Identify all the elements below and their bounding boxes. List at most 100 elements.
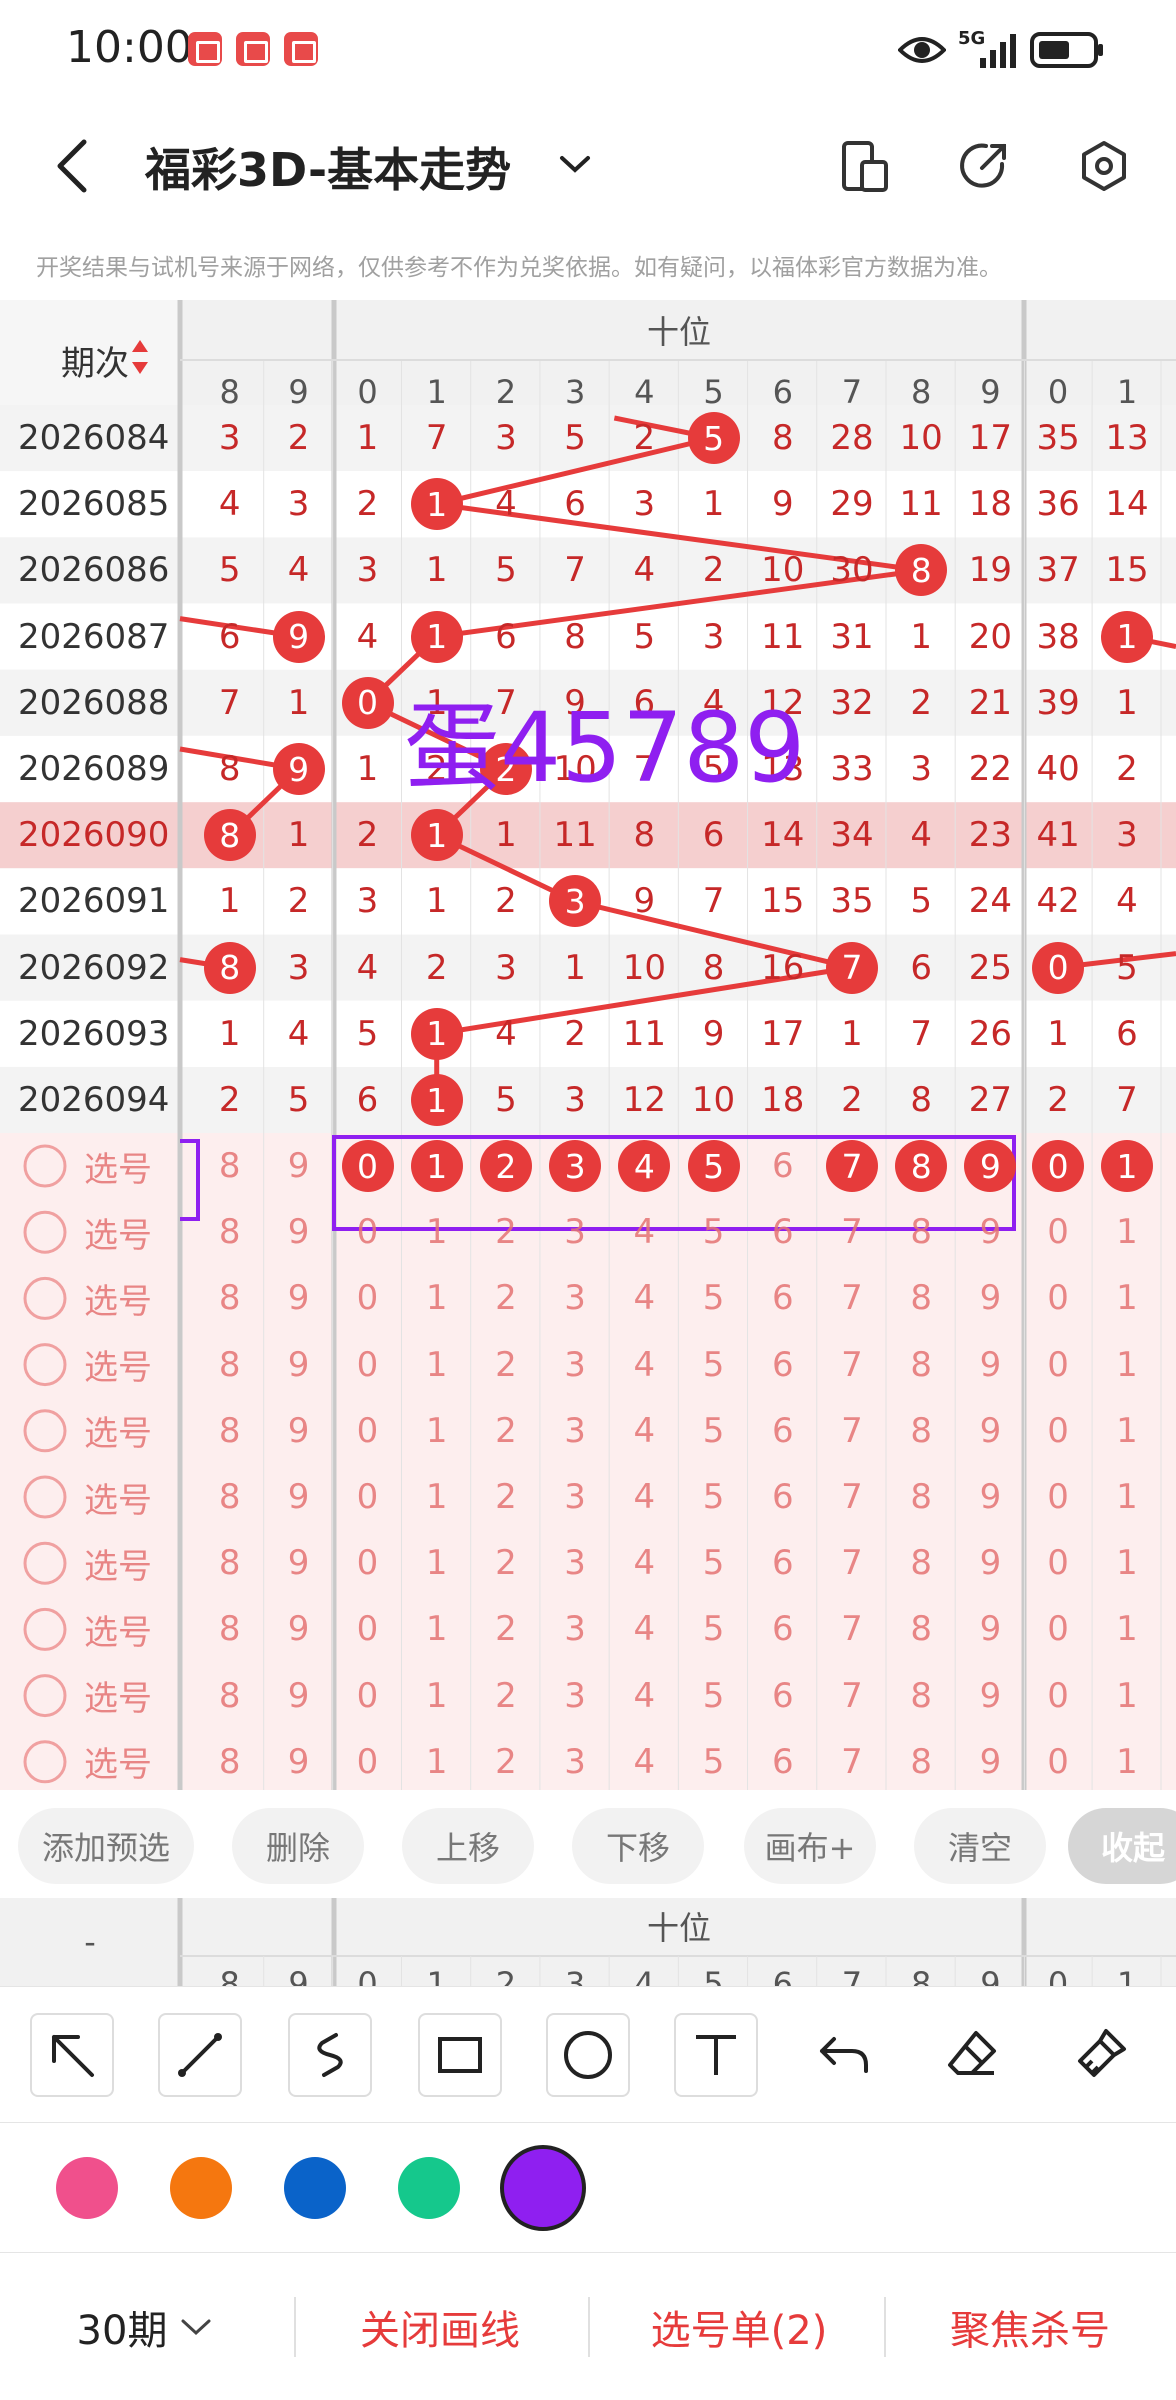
- pick-digit[interactable]: 0: [1024, 1666, 1092, 1726]
- pick-digit[interactable]: 7: [818, 1467, 886, 1527]
- pick-digit[interactable]: 3: [541, 1202, 609, 1262]
- pick-digit[interactable]: 9: [956, 1732, 1024, 1790]
- pick-list-button[interactable]: 选号单(2): [594, 2253, 884, 2400]
- pick-digit[interactable]: 6: [749, 1599, 817, 1659]
- pick-digit[interactable]: 4: [610, 1666, 678, 1726]
- pick-digit[interactable]: 0: [334, 1666, 402, 1726]
- pick-digit[interactable]: 1: [1093, 1467, 1161, 1527]
- pick-digit[interactable]: 1: [1093, 1202, 1161, 1262]
- pick-digit[interactable]: 6: [749, 1202, 817, 1262]
- pick-digit[interactable]: 7: [818, 1533, 886, 1593]
- pick-digit[interactable]: 4: [610, 1533, 678, 1593]
- pick-digit[interactable]: 8: [887, 1467, 955, 1527]
- pick-digit[interactable]: 1: [403, 1666, 471, 1726]
- pick-digit[interactable]: 3: [541, 1335, 609, 1395]
- pick-digit[interactable]: 9: [956, 1467, 1024, 1527]
- chevron-down-icon[interactable]: [558, 152, 592, 176]
- pick-digit[interactable]: 9: [956, 1533, 1024, 1593]
- pick-digit[interactable]: 0: [1024, 1202, 1092, 1262]
- pick-digit[interactable]: 1: [1093, 1533, 1161, 1593]
- pick-digit[interactable]: 9: [265, 1732, 333, 1790]
- pick-digit[interactable]: 9: [265, 1268, 333, 1328]
- move-up-button[interactable]: 上移: [402, 1808, 534, 1884]
- color-swatch-selected[interactable]: [500, 2145, 586, 2231]
- pick-digit[interactable]: 5: [680, 1335, 748, 1395]
- pick-digit[interactable]: 1: [403, 1335, 471, 1395]
- pick-digit[interactable]: 4: [610, 1202, 678, 1262]
- pick-digit[interactable]: 2: [472, 1268, 540, 1328]
- pick-digit[interactable]: 7: [818, 1268, 886, 1328]
- pick-digit[interactable]: 4: [610, 1732, 678, 1790]
- pick-digit[interactable]: 0: [334, 1467, 402, 1527]
- color-swatch[interactable]: [56, 2157, 118, 2219]
- pick-digit[interactable]: 6: [749, 1401, 817, 1461]
- line-tool-icon[interactable]: [158, 2013, 242, 2097]
- pick-digit[interactable]: 1: [403, 1732, 471, 1790]
- pick-row-label[interactable]: 选号: [73, 1136, 163, 1196]
- pick-digit[interactable]: 8: [887, 1666, 955, 1726]
- pick-digit[interactable]: 4: [610, 1401, 678, 1461]
- pick-digit[interactable]: 2: [472, 1599, 540, 1659]
- pick-digit[interactable]: 0: [334, 1533, 402, 1593]
- pick-digit[interactable]: 9: [956, 1401, 1024, 1461]
- pick-digit[interactable]: 8: [196, 1136, 264, 1196]
- pick-digit[interactable]: 1: [403, 1268, 471, 1328]
- pick-digit[interactable]: 5: [680, 1202, 748, 1262]
- pick-digit[interactable]: 9: [956, 1268, 1024, 1328]
- pick-digit[interactable]: 7: [818, 1599, 886, 1659]
- pick-digit[interactable]: 0: [1024, 1732, 1092, 1790]
- pick-digit[interactable]: 1: [403, 1401, 471, 1461]
- pick-digit[interactable]: 8: [196, 1268, 264, 1328]
- share-icon[interactable]: [958, 140, 1010, 192]
- rectangle-tool-icon[interactable]: [418, 2013, 502, 2097]
- pick-digit[interactable]: 6: [749, 1666, 817, 1726]
- pick-row-label[interactable]: 选号: [73, 1401, 163, 1461]
- delete-button[interactable]: 删除: [232, 1808, 364, 1884]
- pick-row-label[interactable]: 选号: [73, 1666, 163, 1726]
- pick-digit[interactable]: 9: [265, 1202, 333, 1262]
- pick-digit[interactable]: 3: [541, 1599, 609, 1659]
- pick-digit[interactable]: 4: [610, 1467, 678, 1527]
- eraser-icon[interactable]: [930, 2013, 1014, 2097]
- pick-digit[interactable]: 0: [1024, 1599, 1092, 1659]
- pick-digit[interactable]: 8: [196, 1732, 264, 1790]
- pick-digit[interactable]: 6: [749, 1268, 817, 1328]
- pick-digit[interactable]: 7: [818, 1202, 886, 1262]
- pick-digit[interactable]: 6: [749, 1467, 817, 1527]
- pick-digit[interactable]: 8: [887, 1202, 955, 1262]
- pick-digit[interactable]: 0: [334, 1732, 402, 1790]
- pick-digit[interactable]: 6: [749, 1732, 817, 1790]
- pick-row-label[interactable]: 选号: [73, 1467, 163, 1527]
- pick-digit[interactable]: 5: [680, 1666, 748, 1726]
- pick-digit[interactable]: 1: [1093, 1401, 1161, 1461]
- focus-kill-button[interactable]: 聚焦杀号: [890, 2253, 1170, 2400]
- pick-digit[interactable]: 7: [818, 1335, 886, 1395]
- pick-digit[interactable]: 4: [610, 1599, 678, 1659]
- collapse-button[interactable]: 收起: [1068, 1808, 1176, 1884]
- pick-digit[interactable]: 0: [334, 1335, 402, 1395]
- pick-digit[interactable]: 9: [956, 1202, 1024, 1262]
- page-title[interactable]: 福彩3D-基本走势: [145, 134, 511, 200]
- pick-digit[interactable]: 8: [196, 1666, 264, 1726]
- pick-digit[interactable]: 3: [541, 1732, 609, 1790]
- pick-digit[interactable]: 8: [196, 1401, 264, 1461]
- add-preselect-button[interactable]: 添加预选: [18, 1808, 194, 1884]
- back-icon[interactable]: [52, 136, 92, 196]
- pick-digit[interactable]: 8: [887, 1335, 955, 1395]
- pick-digit[interactable]: 8: [196, 1335, 264, 1395]
- pick-digit[interactable]: 7: [818, 1401, 886, 1461]
- pick-digit[interactable]: 7: [818, 1666, 886, 1726]
- pick-digit[interactable]: 0: [334, 1401, 402, 1461]
- pick-digit[interactable]: 0: [1024, 1401, 1092, 1461]
- pick-digit[interactable]: 4: [610, 1268, 678, 1328]
- pick-row-label[interactable]: 选号: [73, 1599, 163, 1659]
- pick-digit[interactable]: 8: [196, 1599, 264, 1659]
- pick-digit[interactable]: 0: [1024, 1268, 1092, 1328]
- pick-digit[interactable]: 2: [472, 1335, 540, 1395]
- pick-digit[interactable]: 5: [680, 1732, 748, 1790]
- clear-button[interactable]: 清空: [914, 1808, 1046, 1884]
- pick-digit[interactable]: 9: [265, 1666, 333, 1726]
- pick-digit[interactable]: 2: [472, 1401, 540, 1461]
- pick-digit[interactable]: 9: [265, 1599, 333, 1659]
- pick-digit[interactable]: 3: [541, 1401, 609, 1461]
